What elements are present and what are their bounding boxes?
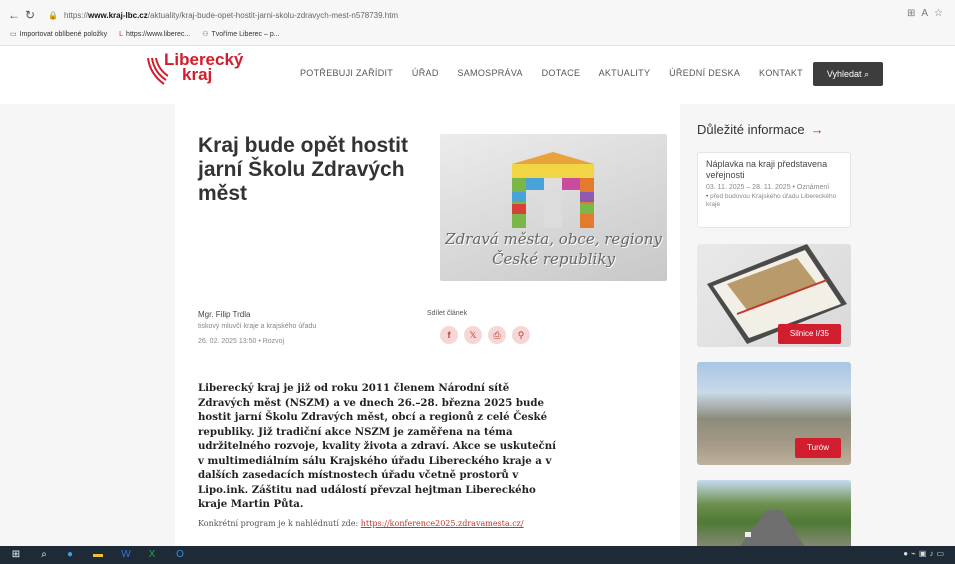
info-card-title: Náplavka na kraji představena veřejnosti [706, 159, 828, 180]
info-card-date: 03. 11. 2025 – 28. 11. 2025 • Oznámení [706, 184, 830, 191]
file-explorer-icon[interactable]: ▬ [92, 549, 104, 561]
refresh-icon[interactable]: ↻ [22, 8, 38, 22]
tile-silnice-label: Silnice I/35 [777, 324, 841, 344]
tile-turow-label: Turów [795, 438, 841, 458]
nav-uredni-deska[interactable]: ÚŘEDNÍ DESKA [669, 68, 740, 78]
tray-network-icon[interactable]: ⌁ [911, 549, 919, 558]
site-header: Liberecký kraj POTŘEBUJI ZAŘÍDIT ÚŘAD SA… [0, 46, 955, 100]
author-name[interactable]: Mgr. Filip Trdla [198, 310, 250, 319]
tile-road-photo[interactable] [697, 480, 851, 550]
excel-icon[interactable]: X [146, 549, 158, 561]
read-aloud-icon[interactable]: A [921, 8, 934, 19]
article-title: Kraj bude opět hostit jarní Školu Zdravý… [198, 134, 408, 205]
article-meta: 26. 02. 2025 13:50 • Rozvoj [198, 338, 285, 345]
x-share-icon[interactable]: 𝕏 [464, 326, 482, 344]
tvorime-favicon-icon: ⚇ [202, 31, 209, 38]
favorite-star-icon[interactable]: ☆ [934, 8, 949, 19]
reader-mode-icon[interactable]: ⊞ [907, 8, 921, 19]
nav-dotace[interactable]: DOTACE [542, 68, 581, 78]
edge-browser-icon[interactable]: ● [64, 549, 76, 561]
sidebar-title[interactable]: Důležité informace → [697, 122, 824, 137]
word-icon[interactable]: W [120, 549, 132, 561]
browser-toolbar-icons: ⊞A☆ [907, 8, 949, 19]
tray-status-icon[interactable]: ● [903, 549, 911, 558]
nav-urad[interactable]: ÚŘAD [412, 68, 439, 78]
bookmark-liberec[interactable]: Lhttps://www.liberec... [119, 31, 190, 38]
os-taskbar: ⊞ ⌕ ● ▬ W X O ●⌁▣♪▭ [0, 546, 955, 564]
tray-battery-icon[interactable]: ▭ [936, 549, 947, 558]
hero-caption-2: České republiky [492, 250, 615, 268]
program-paragraph: Konkrétní program je k nahlédnutí zde: h… [198, 519, 524, 528]
url-path: /aktuality/kraj-bude-opet-hostit-jarni-s… [147, 11, 399, 20]
nav-samosprava[interactable]: SAMOSPRÁVA [457, 68, 522, 78]
system-tray: ●⌁▣♪▭ [903, 549, 947, 558]
windows-start-icon[interactable]: ⊞ [10, 549, 22, 561]
info-card[interactable]: Náplavka na kraji představena veřejnosti… [697, 152, 851, 228]
back-icon[interactable]: ← [6, 8, 22, 22]
healthy-cities-logo-icon [512, 152, 594, 228]
author-role: tiskový mluvčí kraje a krajského úřadu [198, 323, 317, 330]
tile-silnice[interactable]: Silnice I/35 [697, 244, 851, 347]
folder-icon: ▭ [10, 31, 17, 38]
bookmarks-bar: ▭ Importovat oblíbené položky Lhttps://ww… [10, 30, 290, 42]
search-button[interactable]: Vyhledat ⌕ [813, 62, 883, 86]
browser-chrome: ← ↻ 🔒 https://www.kraj-lbc.cz/aktuality/k… [0, 0, 955, 46]
hero-caption-1: Zdravá města, obce, regiony [445, 230, 662, 248]
lock-icon: 🔒 [48, 11, 58, 20]
nav-potrebuji-zaridit[interactable]: POTŘEBUJI ZAŘÍDIT [300, 68, 393, 78]
page-content: Kraj bude opět hostit jarní Školu Zdravý… [0, 104, 955, 550]
article-lead: Liberecký kraj je již od roku 2011 člene… [198, 382, 557, 510]
search-icon: ⌕ [864, 69, 870, 79]
address-bar[interactable]: 🔒 https://www.kraj-lbc.cz/aktuality/kraj-… [48, 6, 868, 26]
url-prefix: https:// [64, 11, 89, 20]
program-link[interactable]: https://konference2025.zdravamesta.cz/ [361, 519, 524, 528]
search-taskbar-icon[interactable]: ⌕ [38, 549, 50, 561]
tile-turow[interactable]: Turów [697, 362, 851, 465]
info-card-location: • před budovou Krajského úřadu Liberecké… [706, 193, 837, 208]
article-hero-image: Zdravá města, obce, regiony České republ… [440, 134, 667, 281]
nav-aktuality[interactable]: AKTUALITY [599, 68, 651, 78]
print-icon[interactable]: ⎙ [488, 326, 506, 344]
bookmark-import[interactable]: ▭ Importovat oblíbené položky [10, 30, 107, 38]
tray-app-icon[interactable]: ▣ [919, 549, 930, 558]
share-buttons: f 𝕏 ⎙ ⚲ [440, 325, 536, 345]
main-nav: POTŘEBUJI ZAŘÍDIT ÚŘAD SAMOSPRÁVA DOTACE… [300, 68, 819, 78]
facebook-share-icon[interactable]: f [440, 326, 458, 344]
bookmark-tvorime[interactable]: ⚇ Tvoříme Liberec – p... [202, 30, 279, 38]
logo[interactable]: Liberecký kraj [146, 50, 256, 92]
logo-text: Liberecký kraj [164, 50, 244, 84]
copy-link-icon[interactable]: ⚲ [512, 326, 530, 344]
outlook-icon[interactable]: O [174, 549, 186, 561]
url-domain: www.kraj-lbc.cz [88, 11, 148, 20]
liberec-favicon-icon: L [119, 31, 124, 38]
arrow-right-icon: → [810, 122, 824, 137]
road-photo-icon [737, 510, 807, 550]
nav-kontakt[interactable]: KONTAKT [759, 68, 803, 78]
share-label: Sdílet článek [427, 310, 468, 317]
